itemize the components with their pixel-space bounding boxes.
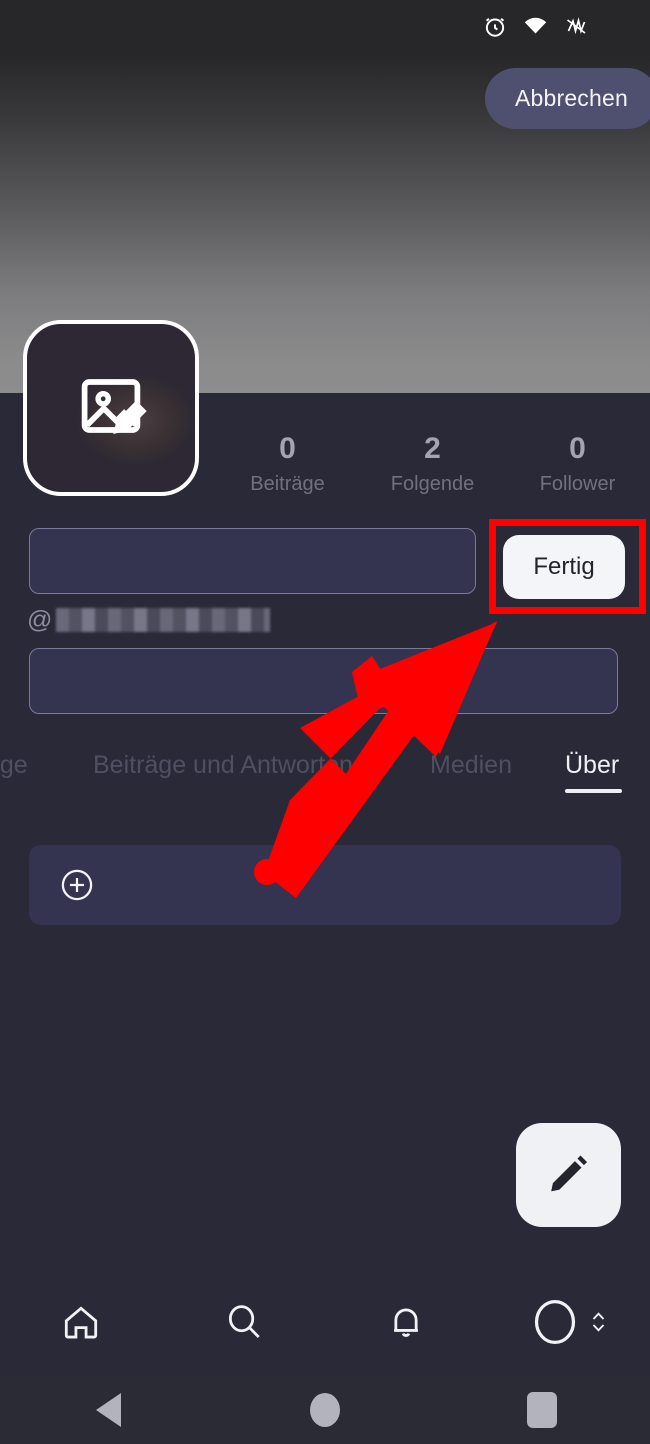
phone-screen: Abbrechen 0 Beiträge 2 Folgende 0 Follow… [0, 0, 650, 1444]
nav-search[interactable] [163, 1301, 326, 1348]
username-redacted [56, 608, 271, 632]
tab-posts-label: äge [0, 751, 28, 779]
bio-input[interactable] [29, 648, 618, 714]
pencil-icon [546, 1150, 592, 1201]
profile-tabs: äge Beiträge und Antworten Medien Über [0, 746, 650, 806]
profile-stats: 0 Beiträge 2 Folgende 0 Follower [215, 431, 650, 499]
at-symbol: @ [27, 606, 53, 634]
avatar[interactable] [23, 320, 199, 496]
bottom-navigation [0, 1274, 650, 1375]
android-back-button[interactable] [0, 1392, 217, 1427]
circle-home-icon [310, 1392, 340, 1427]
profile-handle: @ [27, 606, 271, 634]
cancel-button-label: Abbrechen [514, 85, 628, 111]
cancel-button[interactable]: Abbrechen [484, 68, 650, 129]
stat-following[interactable]: 2 Folgende [360, 431, 505, 499]
alarm-clock-icon [482, 13, 508, 44]
edit-image-icon [73, 370, 149, 447]
avatar-edit-overlay [27, 324, 195, 492]
tab-about-label: Über [565, 751, 620, 779]
android-navigation-bar [0, 1375, 650, 1444]
stat-followers-label: Follower [539, 473, 616, 495]
stat-posts-label: Beiträge [250, 473, 325, 495]
tab-media[interactable]: Medien [430, 746, 512, 784]
nav-notifications[interactable] [325, 1301, 488, 1348]
wifi-icon [522, 14, 549, 43]
stat-following-label: Folgende [390, 473, 475, 495]
nav-home[interactable] [0, 1301, 163, 1348]
square-recents-icon [526, 1391, 557, 1428]
status-bar [0, 0, 650, 56]
done-button-label: Fertig [533, 553, 595, 580]
nav-profile[interactable] [488, 1297, 650, 1352]
stat-posts-value: 0 [279, 432, 296, 465]
tab-posts[interactable]: äge [0, 746, 28, 784]
plus-circle-icon[interactable] [59, 867, 95, 903]
android-recents-button[interactable] [433, 1391, 650, 1428]
done-button[interactable]: Fertig [503, 535, 625, 599]
stat-followers-value: 0 [569, 432, 586, 465]
tab-about[interactable]: Über [565, 746, 619, 784]
tab-posts-and-replies[interactable]: Beiträge und Antworten [93, 746, 353, 784]
stat-followers[interactable]: 0 Follower [505, 431, 650, 499]
compose-fab[interactable] [516, 1123, 621, 1227]
tab-media-label: Medien [430, 751, 512, 779]
about-section-card [29, 845, 621, 925]
search-icon [223, 1301, 265, 1348]
chevron-up-down-icon[interactable] [590, 1307, 607, 1342]
stat-following-value: 2 [424, 432, 441, 465]
signal-off-icon [563, 14, 590, 43]
home-icon [60, 1301, 102, 1348]
triangle-back-icon [95, 1392, 121, 1427]
profile-circle-icon [531, 1297, 579, 1352]
tab-active-underline [565, 789, 622, 793]
display-name-input[interactable] [29, 528, 476, 594]
android-home-button[interactable] [217, 1392, 434, 1427]
stat-posts[interactable]: 0 Beiträge [215, 431, 360, 499]
bell-icon [385, 1301, 427, 1348]
tab-posts-and-replies-label: Beiträge und Antworten [93, 751, 353, 779]
